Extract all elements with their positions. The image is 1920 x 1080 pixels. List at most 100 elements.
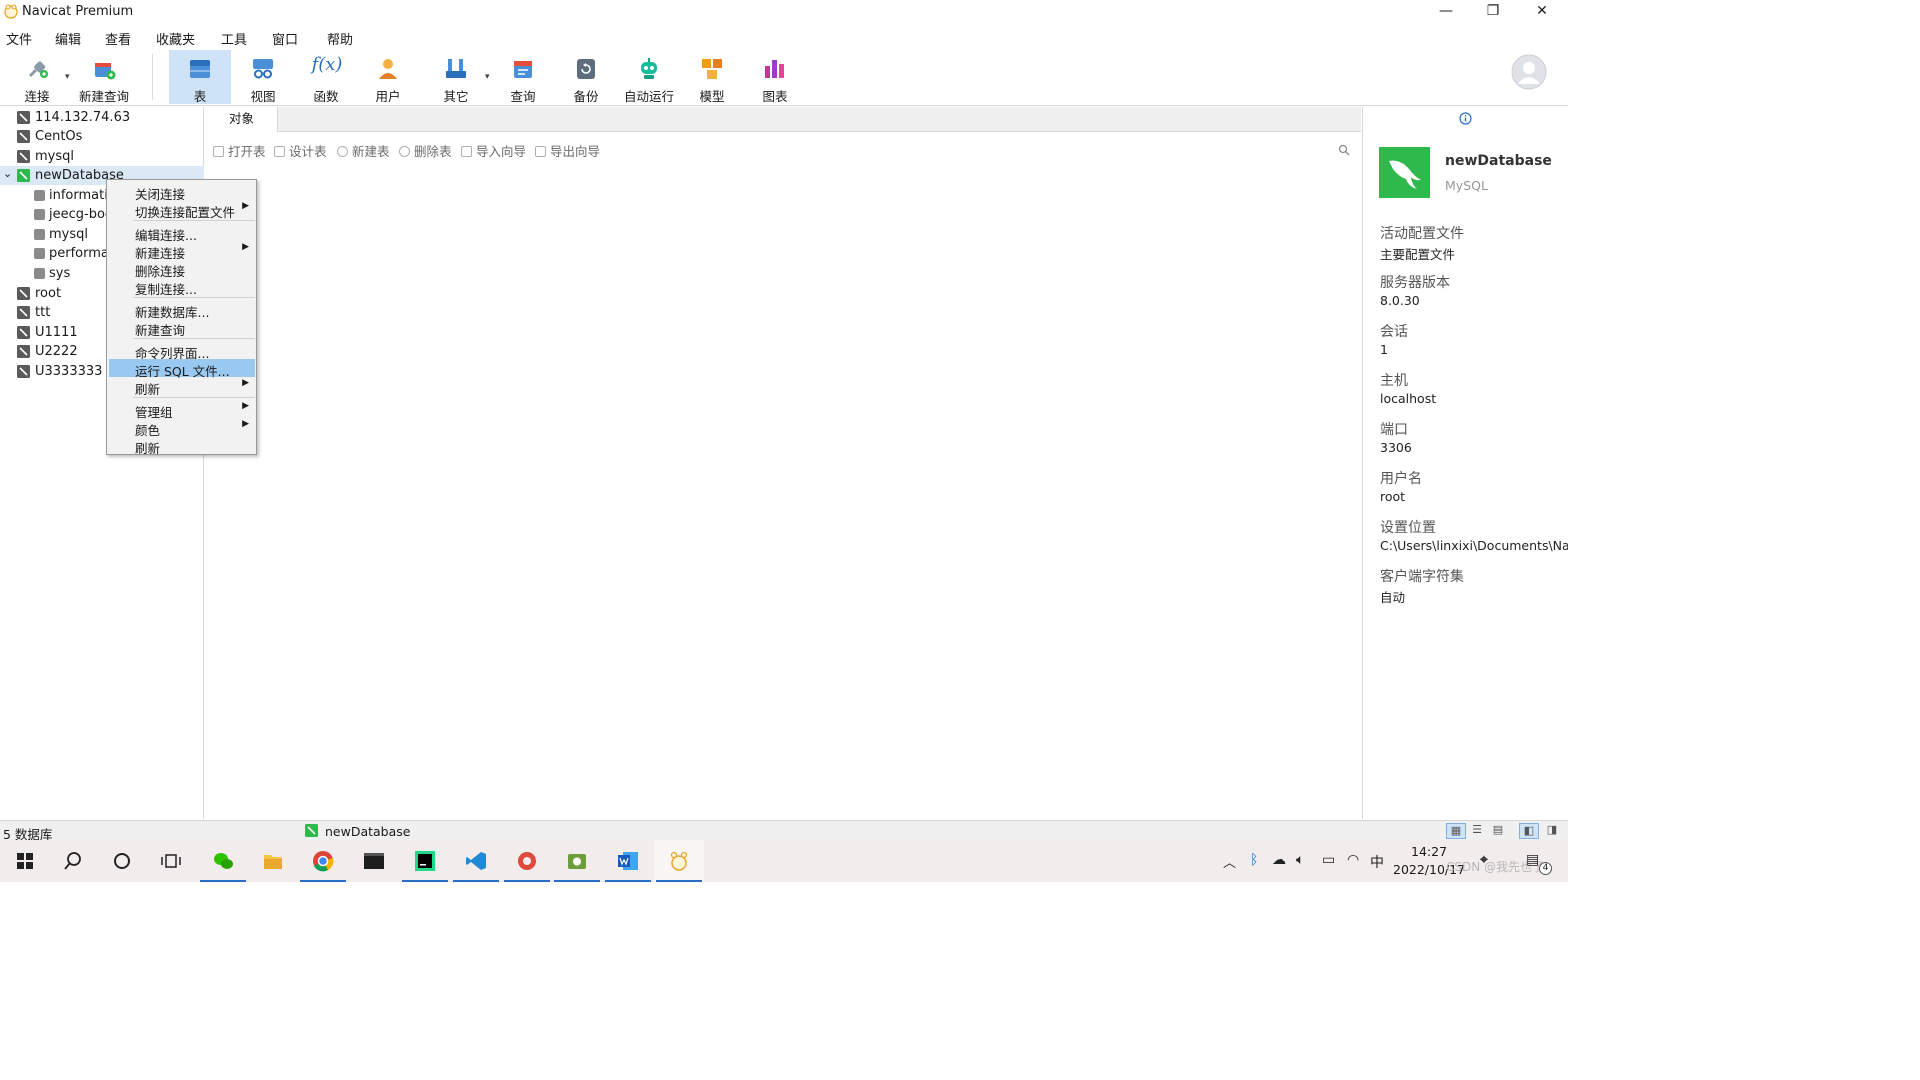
table-icon (190, 60, 210, 78)
other-dropdown-icon[interactable]: ▾ (485, 72, 490, 82)
clock-time[interactable]: 14:27 (1411, 844, 1447, 859)
menu-item-new-connection[interactable]: 新建连接 ▶ (109, 241, 255, 261)
restore-button[interactable]: ❐ (1470, 0, 1516, 24)
wifi-icon[interactable]: ◠ (1347, 852, 1359, 868)
toolbar-model-label: 模型 (699, 89, 725, 104)
taskbar-app-chrome[interactable] (298, 840, 348, 882)
taskbar-app-explorer[interactable] (248, 840, 298, 882)
taskbar-app-terminal[interactable] (349, 840, 399, 882)
tab-bar: 对象 (206, 107, 1361, 132)
toolbar-connect-label: 连接 (24, 89, 50, 104)
menu-item-delete-connection[interactable]: 删除连接 (109, 259, 255, 279)
menu-file[interactable]: 文件 (6, 29, 32, 48)
toolbar-automation-button[interactable]: 自动运行 (618, 50, 680, 104)
search-icon[interactable] (1338, 144, 1350, 156)
toolbar-model-button[interactable]: 模型 (681, 50, 743, 104)
menu-item-new-database[interactable]: 新建数据库... (109, 300, 255, 320)
info-value: C:\Users\linxixi\Documents\Na (1380, 538, 1568, 553)
info-key: 活动配置文件 (1380, 226, 1464, 242)
connection-open-icon (17, 169, 30, 182)
avatar[interactable] (1511, 54, 1547, 90)
taskbar-app-vscode[interactable] (451, 840, 501, 882)
toolbar-function-button[interactable]: f(x) 函数 (295, 50, 357, 104)
list-view-icon[interactable]: ☰ (1467, 823, 1487, 839)
tree-connection-node[interactable]: mysql (0, 147, 204, 166)
taskbar-app-navicat[interactable] (654, 840, 704, 882)
menu-item-refresh[interactable]: 刷新 (109, 436, 255, 456)
tray-overflow-chevron-icon[interactable]: ︿ (1223, 852, 1236, 871)
toolbar-query-button[interactable]: 查询 (492, 50, 554, 104)
toolbar-table-label: 表 (193, 89, 207, 104)
menu-item-close-connection[interactable]: 关闭连接 (109, 182, 255, 202)
menu-item-new-query[interactable]: 新建查询 (109, 318, 255, 338)
cortana-button[interactable] (97, 840, 147, 882)
menu-tools[interactable]: 工具 (221, 29, 247, 48)
minimize-button[interactable]: — (1423, 0, 1469, 24)
close-button[interactable]: ✕ (1519, 0, 1565, 24)
tree-connection-label: ttt (35, 305, 51, 320)
export-wizard-button[interactable]: 导出向导 (535, 141, 600, 160)
grid-view-icon[interactable]: ▦ (1446, 823, 1466, 839)
detail-view-icon[interactable]: ▤ (1488, 823, 1508, 839)
toolbar-other-button[interactable]: 其它 (425, 50, 487, 104)
taskbar-app-redapp[interactable] (502, 840, 552, 882)
new-table-button[interactable]: 新建表 (337, 141, 390, 160)
folder-icon (264, 855, 282, 869)
menu-item-label: 切换连接配置文件 (135, 205, 236, 220)
toolbar-view-button[interactable]: 视图 (232, 50, 294, 104)
cortana-circle-icon (114, 853, 130, 869)
import-wizard-label: 导入向导 (476, 144, 527, 159)
search-icon (64, 852, 81, 870)
database-icon (34, 248, 45, 259)
notification-center-icon[interactable]: ▤ (1526, 852, 1539, 868)
taskbar-app-pycharm[interactable] (400, 840, 450, 882)
toolbar-user-button[interactable]: 用户 (357, 50, 419, 104)
taskbar-app-word[interactable] (603, 840, 653, 882)
menu-item-manage-group[interactable]: 管理组 ▶ (109, 400, 255, 420)
menu-item-copy-connection[interactable]: 复制连接... (109, 277, 255, 297)
tree-connection-node[interactable]: CentOs (0, 127, 204, 146)
left-pane-toggle-icon[interactable]: ◧ (1519, 823, 1539, 839)
toolbar-function-label: 函数 (313, 89, 339, 104)
menu-item-edit-connection[interactable]: 编辑连接... (109, 223, 255, 243)
right-pane-toggle-icon[interactable]: ◨ (1542, 823, 1562, 839)
toolbar-new-query-button[interactable]: 新建查询 (72, 50, 136, 104)
ime-indicator[interactable]: 中 (1370, 852, 1384, 872)
menu-help[interactable]: 帮助 (327, 29, 353, 48)
toolbar-chart-label: 图表 (762, 89, 788, 104)
connect-dropdown-icon[interactable]: ▾ (65, 72, 70, 82)
toolbar-connect-button[interactable]: 连接 (6, 50, 68, 104)
search-button[interactable] (48, 840, 98, 882)
menu-item-refresh-sub[interactable]: 刷新 ▶ (109, 377, 255, 397)
menu-edit[interactable]: 编辑 (55, 29, 81, 48)
menu-item-command-line[interactable]: 命令列界面... (109, 341, 255, 361)
open-table-button[interactable]: 打开表 (213, 141, 266, 160)
chevron-down-icon[interactable]: ⌄ (3, 167, 12, 180)
submenu-arrow-icon: ▶ (242, 419, 249, 429)
network-cloud-icon[interactable]: ☁ (1272, 852, 1286, 868)
tree-connection-label: mysql (35, 149, 74, 164)
design-table-button[interactable]: 设计表 (274, 141, 327, 160)
menu-item-run-sql-file[interactable]: 运行 SQL 文件... (109, 359, 255, 379)
menu-item-color[interactable]: 颜色 ▶ (109, 418, 255, 438)
toolbar-table-button[interactable]: 表 (169, 50, 231, 104)
tab-objects[interactable]: 对象 (206, 107, 278, 132)
bluetooth-icon[interactable]: ᛒ (1250, 852, 1258, 868)
toolbar-backup-button[interactable]: 备份 (555, 50, 617, 104)
toolbar-view-label: 视图 (250, 89, 276, 104)
delete-table-button[interactable]: 删除表 (399, 141, 452, 160)
info-icon[interactable] (1459, 112, 1472, 125)
taskbar-app-greenapp[interactable] (552, 840, 602, 882)
task-view-button[interactable] (146, 840, 196, 882)
volume-mute-icon[interactable]: 🔈︎ (1296, 852, 1304, 868)
menu-item-switch-profile[interactable]: 切换连接配置文件 ▶ (109, 200, 255, 220)
battery-icon[interactable]: ▭ (1322, 852, 1335, 868)
start-button[interactable] (0, 840, 50, 882)
import-wizard-button[interactable]: 导入向导 (461, 141, 526, 160)
menu-view[interactable]: 查看 (105, 29, 131, 48)
taskbar-app-wechat[interactable] (198, 840, 248, 882)
menu-window[interactable]: 窗口 (272, 29, 298, 48)
toolbar-chart-button[interactable]: 图表 (744, 50, 806, 104)
menu-favorites[interactable]: 收藏夹 (156, 29, 195, 48)
tree-connection-node[interactable]: 114.132.74.63 (0, 108, 204, 127)
